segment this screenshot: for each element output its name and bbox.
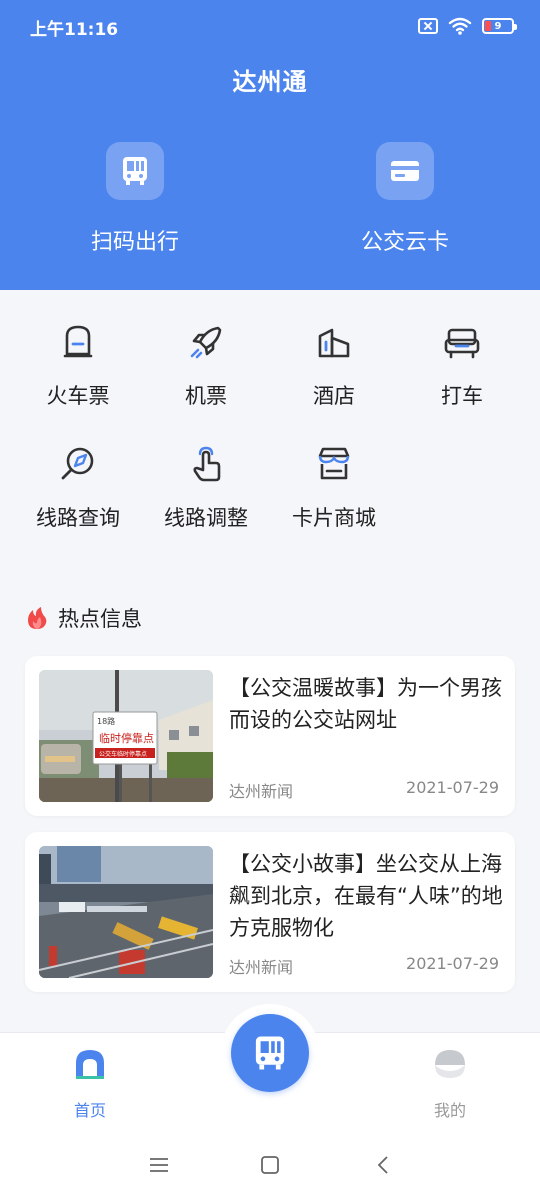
battery-icon: 9: [482, 18, 517, 34]
train-icon: [63, 325, 93, 358]
wifi-icon: [448, 17, 472, 35]
tab-home-label: 首页: [73, 1101, 106, 1120]
system-nav-bar: [0, 1128, 540, 1200]
news-source: 达州新闻: [229, 782, 294, 801]
bus-cloud-card-label: 公交云卡: [360, 230, 449, 255]
flame-icon: [28, 607, 47, 629]
page-title: 达州通: [232, 68, 308, 96]
news-card[interactable]: 【公交小故事】坐公交从上海飙到北京，在最有“人味”的地方克服物化 达州新闻 20…: [25, 832, 515, 992]
news-date: 2021-07-29: [406, 778, 499, 797]
tab-me[interactable]: 我的: [400, 1047, 500, 1121]
card-mall-label: 卡片商城: [292, 506, 376, 530]
menu-icon[interactable]: [144, 1150, 174, 1180]
tab-me-label: 我的: [433, 1101, 466, 1120]
home-arch-icon: [76, 1050, 104, 1079]
status-icons: 9: [418, 15, 517, 37]
app-screen: 上午11:16 9 达州通 扫码出行 公交云卡 火车票 机票 酒店 打车 线路查…: [0, 0, 540, 1200]
rocket-icon: [190, 326, 222, 359]
tab-home[interactable]: 首页: [40, 1047, 140, 1121]
home-square-icon[interactable]: [255, 1150, 285, 1180]
news-card[interactable]: 18路 临时停靠点 公交车临时停靠点 【公交温暖故事】为一个男孩而设的公交站网址…: [25, 656, 515, 816]
sign-sub: 公交车临时停靠点: [99, 750, 147, 758]
header: 上午11:16 9 达州通 扫码出行 公交云卡: [0, 0, 540, 290]
profile-icon: [435, 1050, 465, 1078]
news-title: 【公交温暖故事】为一个男孩而设的公交站网址: [229, 676, 502, 732]
route-query-label: 线路查询: [36, 506, 120, 530]
flight-ticket-label: 机票: [185, 384, 227, 408]
hot-section-title: 热点信息: [58, 607, 142, 631]
bus-cloud-card-button[interactable]: 公交云卡: [325, 142, 485, 262]
shop-icon: [318, 447, 350, 480]
card-mall-button[interactable]: 卡片商城: [270, 412, 398, 534]
taxi-label: 打车: [441, 384, 483, 408]
battery-level: 9: [494, 20, 502, 32]
back-icon[interactable]: [368, 1150, 398, 1180]
tap-hand-icon: [193, 446, 221, 482]
sign-route: 18路: [97, 716, 115, 726]
hot-section-header: 热点信息: [24, 602, 142, 634]
news-date: 2021-07-29: [406, 954, 499, 973]
hotel-label: 酒店: [313, 384, 355, 408]
card-icon: [376, 142, 434, 200]
news-thumbnail: [39, 846, 213, 978]
hotel-icon: [318, 328, 350, 358]
scan-ride-label: 扫码出行: [90, 230, 179, 255]
flight-ticket-button[interactable]: 机票: [142, 290, 270, 412]
service-grid: 火车票 机票 酒店 打车 线路查询 线路调整 卡片商城: [0, 290, 540, 534]
scan-ride-button[interactable]: 扫码出行: [55, 142, 215, 262]
status-time: 上午11:16: [30, 20, 119, 40]
sign-main: 临时停靠点: [99, 731, 154, 745]
hotel-button[interactable]: 酒店: [270, 290, 398, 412]
car-icon: [444, 328, 480, 359]
route-query-button[interactable]: 线路查询: [14, 412, 142, 534]
scan-center-button[interactable]: [231, 1014, 309, 1092]
route-adjust-button[interactable]: 线路调整: [142, 412, 270, 534]
bus-icon: [106, 142, 164, 200]
taxi-button[interactable]: 打车: [398, 290, 526, 412]
train-ticket-button[interactable]: 火车票: [14, 290, 142, 412]
search-route-icon: [61, 447, 94, 480]
no-sim-icon: [418, 18, 438, 34]
news-thumbnail: 18路 临时停靠点 公交车临时停靠点: [39, 670, 213, 802]
train-ticket-label: 火车票: [46, 384, 110, 408]
route-adjust-label: 线路调整: [164, 506, 248, 530]
bus-icon: [255, 1036, 285, 1070]
news-title: 【公交小故事】坐公交从上海飙到北京，在最有“人味”的地方克服物化: [229, 852, 503, 940]
news-source: 达州新闻: [229, 958, 294, 977]
status-bar: 上午11:16 9: [0, 0, 540, 52]
